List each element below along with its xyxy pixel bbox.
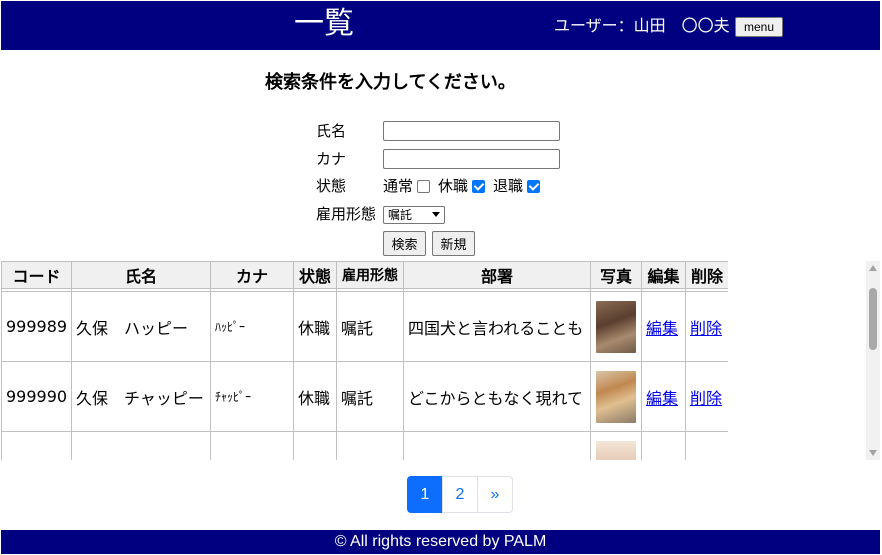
status-retired-label: 退職 xyxy=(493,177,524,195)
header-delete: 削除 xyxy=(685,261,728,289)
new-button[interactable]: 新規 xyxy=(432,231,475,256)
header-code: コード xyxy=(1,261,72,289)
header-dept: 部署 xyxy=(403,261,591,289)
status-label: 状態 xyxy=(316,177,347,195)
name-label: 氏名 xyxy=(316,122,347,140)
name-input[interactable] xyxy=(383,121,560,141)
header-bar: 一覧 ユーザー：山田 〇〇夫 menu xyxy=(1,1,880,50)
dog-photo-image xyxy=(596,370,636,423)
delete-link[interactable]: 削除 xyxy=(690,319,722,338)
page-title: 一覧 xyxy=(294,6,354,41)
cell-code: 999989 xyxy=(1,291,72,362)
status-normal-checkbox[interactable] xyxy=(417,179,431,193)
dog-photo-image xyxy=(596,300,636,353)
footer-bar: © All rights reserved by PALM xyxy=(1,530,880,554)
header-edit: 編集 xyxy=(641,261,686,289)
table-row: 999989 久保 ハッピー ﾊｯﾋﾟｰ 休職 嘱託 四国犬と言われることも 編… xyxy=(1,291,728,362)
results-table: コード 氏名 カナ 状態 雇用形態 部署 写真 編集 削除 999989 久保 xyxy=(1,261,728,460)
status-retired-checkbox[interactable] xyxy=(527,179,541,193)
table-row: 999990 久保 チャッピー ﾁｬｯﾋﾟｰ 休職 嘱託 どこからともなく現れて… xyxy=(1,361,728,432)
scroll-thumb[interactable] xyxy=(869,288,877,350)
next-page-link[interactable]: » xyxy=(477,476,513,513)
table-row-partial xyxy=(1,431,728,460)
cell-employment: 嘱託 xyxy=(336,361,404,432)
header-name: 氏名 xyxy=(71,261,211,289)
menu-button[interactable]: menu xyxy=(735,17,783,37)
status-checkboxes: 通常 休職 退職 xyxy=(383,176,548,196)
header-employment: 雇用形態 xyxy=(336,261,404,289)
status-leave-label: 休職 xyxy=(438,177,469,195)
page-link-1[interactable]: 1 xyxy=(407,476,443,513)
cell-photo xyxy=(590,361,642,432)
status-normal-label: 通常 xyxy=(383,177,414,195)
page-link-2[interactable]: 2 xyxy=(442,476,478,513)
cell-employment: 嘱託 xyxy=(336,291,404,362)
cell-name: 久保 ハッピー xyxy=(71,291,211,362)
cell-dept: どこからともなく現れて xyxy=(403,361,591,432)
person-photo-image xyxy=(596,440,636,460)
table-header-row: コード 氏名 カナ 状態 雇用形態 部署 写真 編集 削除 xyxy=(1,261,728,289)
employment-select[interactable]: 嘱託 xyxy=(383,206,445,224)
cell-code: 999990 xyxy=(1,361,72,432)
scroll-down-arrow-icon[interactable] xyxy=(869,450,877,456)
cell-name: 久保 チャッピー xyxy=(71,361,211,432)
employment-selected-value: 嘱託 xyxy=(388,208,413,222)
cell-kana: ﾁｬｯﾋﾟｰ xyxy=(210,361,294,432)
header-kana: カナ xyxy=(210,261,294,289)
search-button[interactable]: 検索 xyxy=(383,231,426,256)
kana-input[interactable] xyxy=(383,149,560,169)
copyright-text: © All rights reserved by PALM xyxy=(334,533,547,550)
employment-label: 雇用形態 xyxy=(316,205,377,223)
status-leave-checkbox[interactable] xyxy=(472,179,486,193)
header-photo: 写真 xyxy=(590,261,642,289)
results-table-container: コード 氏名 カナ 状態 雇用形態 部署 写真 編集 削除 999989 久保 xyxy=(1,261,728,460)
scroll-up-arrow-icon[interactable] xyxy=(869,265,877,271)
cell-status: 休職 xyxy=(293,291,337,362)
kana-label: カナ xyxy=(316,150,347,168)
page: 一覧 ユーザー：山田 〇〇夫 menu 検索条件を入力してください。 氏名 カナ… xyxy=(0,0,882,555)
cell-photo xyxy=(590,291,642,362)
cell-status: 休職 xyxy=(293,361,337,432)
cell-kana: ﾊｯﾋﾟｰ xyxy=(210,291,294,362)
edit-link[interactable]: 編集 xyxy=(646,319,678,338)
chevron-down-icon xyxy=(432,212,440,217)
delete-link[interactable]: 削除 xyxy=(690,389,722,408)
user-label: ユーザー：山田 〇〇夫 xyxy=(554,16,730,35)
header-status: 状態 xyxy=(293,261,337,289)
table-scrollbar[interactable] xyxy=(866,261,880,460)
search-heading: 検索条件を入力してください。 xyxy=(265,72,516,93)
pagination: 1 2 » xyxy=(407,476,513,513)
cell-dept: 四国犬と言われることも xyxy=(403,291,591,362)
edit-link[interactable]: 編集 xyxy=(646,389,678,408)
